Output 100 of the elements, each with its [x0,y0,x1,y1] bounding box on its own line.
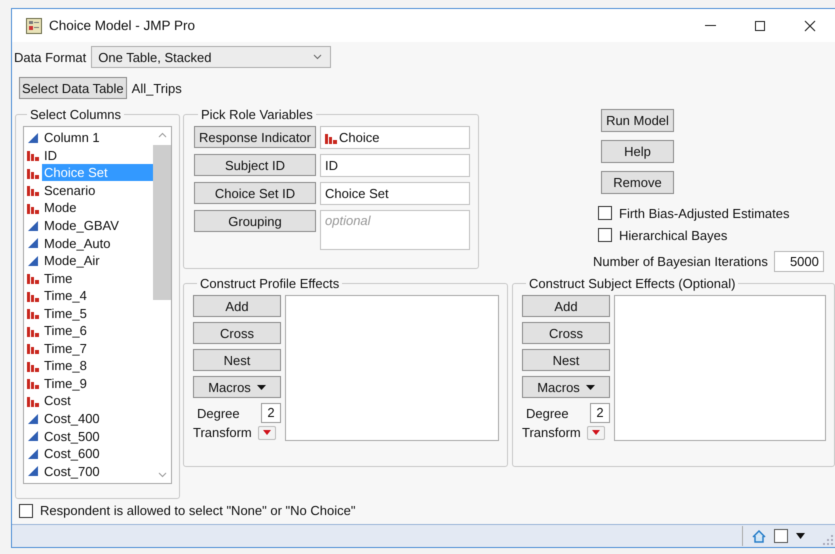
effect-button[interactable]: Add [522,295,610,317]
effects-list[interactable] [614,295,826,441]
list-item[interactable]: Time_6 [42,322,153,340]
data-format-dropdown[interactable]: One Table, Stacked [91,46,332,68]
checkbox-label: Firth Bias-Adjusted Estimates [619,206,790,220]
bar-chart-icon [27,166,39,179]
triangle-icon [27,430,39,442]
checkbox-label: Hierarchical Bayes [619,228,728,242]
caret-icon [256,384,266,390]
field-label: Transform [193,425,252,440]
list-item[interactable]: Time_8 [42,357,153,374]
effect-button[interactable]: Cross [193,322,281,344]
macros-button[interactable]: Macros [193,376,281,398]
role-button[interactable]: Response Indicator [194,126,316,148]
list-item[interactable]: Mode_Air [42,252,153,270]
group-title: Construct Subject Effects (Optional) [528,276,736,291]
triangle-icon [27,237,39,250]
triangle-icon [27,220,39,232]
role-field[interactable]: ID [320,154,470,177]
effect-button[interactable]: Cross [522,322,610,344]
dropdown-button[interactable] [258,426,276,440]
close-icon [804,20,816,32]
triangle-icon [27,132,39,144]
triangle-icon [27,448,39,460]
effects-list[interactable] [285,295,499,441]
list-item[interactable]: Cost_400 [42,410,153,428]
minimize-icon [704,25,716,26]
field-label: Degree [197,406,240,420]
list-item[interactable]: Cost_700 [42,462,153,480]
checkbox[interactable] [598,228,612,242]
field-label: Data Format [14,50,86,64]
scroll-up-icon[interactable] [158,132,166,138]
list-item[interactable]: Cost_600 [42,445,153,462]
degree-field[interactable]: 2 [261,403,281,423]
list-item[interactable]: Mode_Auto [42,234,153,252]
resize-grip-icon[interactable] [823,535,833,545]
list-item[interactable]: Time [42,270,153,287]
bar-chart-icon [27,307,39,320]
bar-chart-icon [27,290,39,302]
window-title: Choice Model - JMP Pro [49,18,196,33]
action-button[interactable]: Run Model [601,109,674,132]
app-icon [26,18,42,34]
square-icon[interactable] [774,529,788,543]
group-title: Pick Role Variables [200,107,314,122]
caret-icon [592,430,600,435]
role-field[interactable]: Choice Set [320,182,470,205]
bar-chart-icon [27,184,39,196]
list-item[interactable]: Mode [42,199,153,216]
list-item[interactable]: Column 1 [42,129,153,146]
bar-chart-icon [325,132,337,144]
triangle-icon [27,465,39,478]
role-button[interactable]: Subject ID [194,154,316,176]
bar-chart-icon [27,360,39,372]
role-button[interactable]: Grouping [194,210,316,232]
caret-icon [262,430,271,435]
bar-chart-icon [27,342,39,354]
triangle-icon [27,254,39,267]
bar-chart-icon [27,394,39,407]
list-item[interactable]: Mode_GBAV [42,217,153,234]
list-item[interactable]: Time_5 [42,304,153,322]
action-button[interactable]: Help [601,140,674,163]
checkbox-label: Respondent is allowed to select "None" or "No Choice" [40,503,356,518]
list-item[interactable]: Time_4 [42,287,153,304]
list-item[interactable]: ID [42,146,153,164]
action-button[interactable]: Remove [601,171,674,194]
maximize-icon [754,20,766,32]
scroll-down-icon[interactable] [158,472,166,478]
checkbox[interactable] [19,504,33,518]
list-item[interactable]: Cost_500 [42,428,153,445]
macros-button[interactable]: Macros [522,376,610,398]
role-field[interactable]: Choice [320,126,470,149]
degree-field[interactable]: 2 [590,403,610,423]
list-item[interactable]: Time_9 [42,374,153,392]
scroll-thumb[interactable] [153,145,171,300]
field-label: Degree [526,406,569,420]
chevron-icon [313,54,322,60]
select-data-table-button[interactable]: Select Data Table [19,77,127,99]
group-title: Construct Profile Effects [199,276,340,291]
list-item[interactable]: Time_7 [42,340,153,357]
caret-icon [586,384,595,390]
effect-button[interactable]: Nest [193,349,281,371]
field-label: Number of Bayesian Iterations [593,254,768,269]
bar-chart-icon [27,377,39,390]
iterations-field[interactable]: 5000 [774,251,824,272]
home-icon[interactable] [752,530,766,542]
list-item[interactable]: Scenario [42,182,153,199]
checkbox[interactable] [598,206,612,220]
bar-chart-icon [27,324,39,337]
table-name: All_Trips [132,80,182,96]
bar-chart-icon [27,272,39,284]
bar-chart-icon [27,149,39,162]
effect-button[interactable]: Nest [522,349,610,371]
effect-button[interactable]: Add [193,295,281,317]
group-title: Select Columns [29,107,122,122]
dropdown-button[interactable] [586,426,605,440]
caret-icon[interactable] [796,533,805,539]
triangle-icon [27,412,39,425]
column-list[interactable]: Column 1 ID Choice Set Scenario Mode Mode_GBAV Mode_Auto Mode_Air Time Time_4 Time_5 Time_6 Time_7 Time_8 Time_9 Cost Cost_400 Cost_500 Cost_600 Cost_700 [23,126,172,484]
role-button[interactable]: Choice Set ID [194,182,316,204]
list-item[interactable]: Cost [42,392,153,410]
